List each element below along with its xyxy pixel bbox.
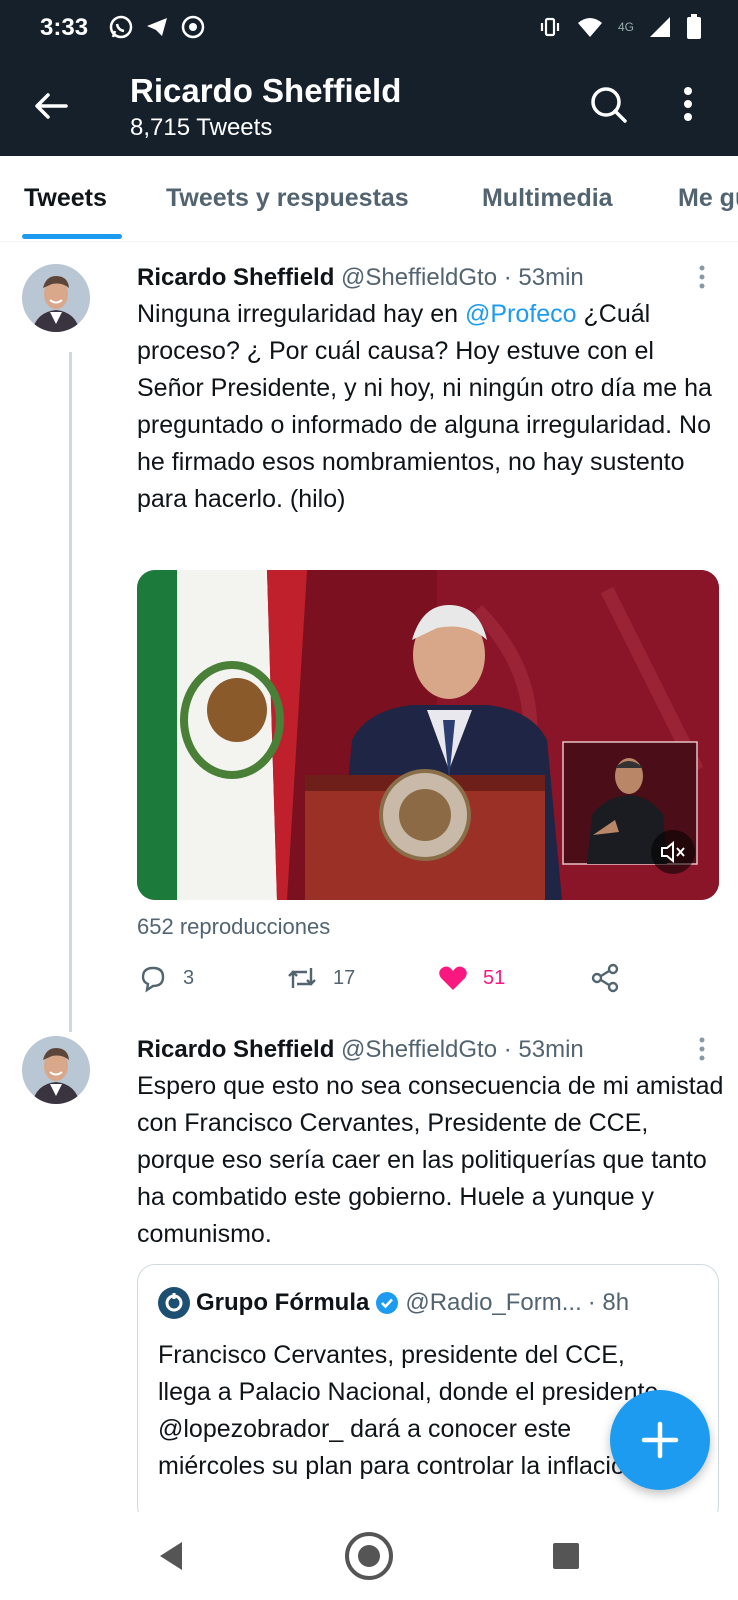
reply-count: 3: [183, 966, 195, 989]
tweet-time: · 53min: [503, 264, 584, 291]
quoted-tweet-time: · 8h: [587, 1289, 630, 1316]
tweet-text: Ninguna irregularidad hay en @Profeco ¿C…: [137, 300, 712, 513]
tweet-more-icon[interactable]: [697, 264, 707, 290]
tweet-text: Espero que esto no sea consecuencia de m…: [137, 1072, 724, 1248]
status-time: 3:33: [40, 14, 89, 41]
tweet-actions: 3 17 51: [137, 962, 637, 998]
view-count: 652 reproducciones: [137, 914, 331, 939]
system-navigation-bar: [0, 1512, 738, 1600]
quoted-author-name: Grupo Fórmula: [196, 1289, 370, 1316]
settings-icon: [181, 15, 205, 39]
search-icon[interactable]: [588, 84, 628, 124]
reply-icon: [141, 966, 165, 993]
tweet-author-name[interactable]: Ricardo Sheffield: [137, 1036, 334, 1063]
status-bar: 3:33 4G: [0, 0, 738, 58]
tab-tweets-y-respuestas[interactable]: Tweets y respuestas: [166, 184, 409, 213]
tweet-more-icon[interactable]: [697, 1036, 707, 1062]
retweet-button[interactable]: 17: [285, 962, 355, 994]
network-type: 4G: [617, 20, 634, 34]
avatar[interactable]: [22, 264, 90, 332]
signal-icon: [650, 17, 670, 37]
back-arrow-icon[interactable]: [30, 86, 70, 126]
app-header: 3:33 4G Ricardo Sheffield 8,715 Tweets: [0, 0, 738, 156]
whatsapp-icon: [109, 15, 133, 39]
thread-connector-line: [69, 352, 72, 1032]
active-tab-indicator: [22, 234, 122, 239]
verified-badge-icon: [376, 1292, 399, 1314]
volume-muted-icon: [661, 840, 685, 864]
wifi-icon: [577, 18, 602, 37]
like-count: 51: [483, 966, 506, 989]
share-button[interactable]: [589, 962, 621, 994]
like-button[interactable]: 51: [437, 962, 505, 994]
compose-tweet-button[interactable]: [610, 1390, 710, 1490]
quoted-author-handle: @Radio_Form...: [405, 1289, 582, 1316]
nav-back-icon[interactable]: [146, 1530, 198, 1582]
tab-tweets[interactable]: Tweets: [24, 184, 107, 213]
reply-button[interactable]: 3: [137, 962, 194, 994]
tweet-time: · 53min: [503, 1036, 584, 1063]
tweet-video[interactable]: [137, 570, 719, 900]
tweet-author-handle[interactable]: @SheffieldGto: [341, 264, 497, 291]
nav-home-icon[interactable]: [343, 1530, 395, 1582]
tweet-author-name[interactable]: Ricardo Sheffield: [137, 264, 334, 291]
heart-icon: [439, 966, 467, 990]
tweet-author-handle[interactable]: @SheffieldGto: [341, 1036, 497, 1063]
retweet-count: 17: [333, 966, 356, 989]
video-frame-image: [137, 570, 719, 900]
grupo-formula-avatar: [158, 1287, 190, 1319]
plus-icon: [641, 1421, 679, 1459]
battery-icon: [687, 14, 701, 39]
avatar[interactable]: [22, 1036, 90, 1104]
tab-me-gusta[interactable]: Me gusta: [678, 184, 738, 213]
nav-recents-icon[interactable]: [540, 1530, 592, 1582]
quoted-tweet-text: Francisco Cervantes, presidente del CCE,…: [158, 1341, 674, 1480]
telegram-icon: [147, 18, 167, 36]
more-options-icon[interactable]: [678, 84, 698, 124]
tweet-count: 8,715 Tweets: [130, 114, 273, 141]
vibrate-icon: [540, 17, 560, 37]
mute-toggle-button[interactable]: [651, 830, 695, 874]
profile-tabs: Tweets Tweets y respuestas Multimedia Me…: [0, 156, 738, 242]
retweet-icon: [288, 968, 316, 988]
profile-name-title: Ricardo Sheffield: [130, 72, 402, 109]
share-icon: [591, 963, 619, 993]
tab-multimedia[interactable]: Multimedia: [482, 184, 613, 213]
mention-link[interactable]: @Profeco: [465, 300, 577, 328]
